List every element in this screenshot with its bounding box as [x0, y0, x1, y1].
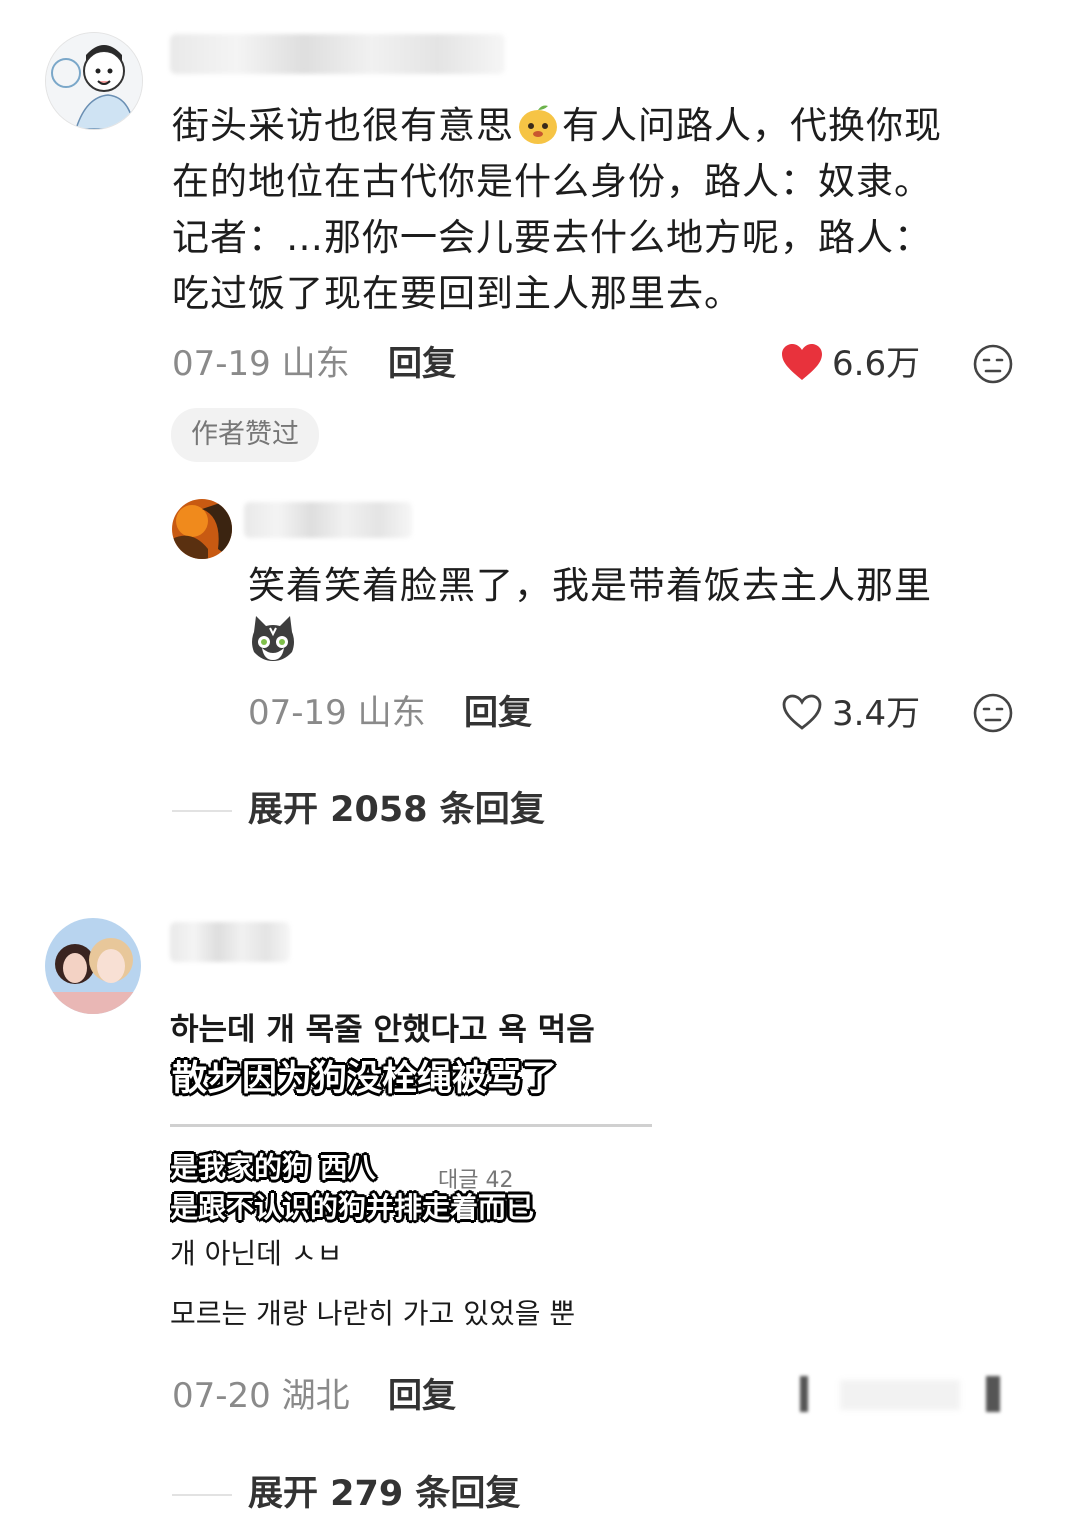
watermark-blur — [800, 1372, 1010, 1416]
image-korean-mid: 개 아닌데 ㅅㅂ — [170, 1237, 343, 1270]
expand-divider — [172, 810, 232, 812]
expand-replies-button[interactable]: 展开 2058 条回复 — [248, 790, 545, 830]
avatar[interactable] — [45, 32, 143, 130]
image-korean-bottom: 모르는 개랑 나란히 가고 있었을 뿐 — [170, 1297, 576, 1330]
heart-filled-icon — [780, 342, 824, 386]
username-blurred[interactable] — [170, 34, 505, 74]
reply-date-location: 07-19 山东 — [248, 693, 426, 733]
like-count: 6.6万 — [832, 344, 921, 384]
comment-date-location: 07-19 山东 — [172, 344, 350, 384]
image-subtitle-top: 散步因为狗没栓绳被骂了 — [172, 1059, 558, 1099]
comment-text: 街头采访也很有意思 有人问路人，代换你现 在的地位在古代你是什么身份，路人：奴隶… — [172, 102, 942, 315]
mango-emoji-icon — [516, 102, 560, 146]
cat-emoji-icon — [248, 614, 298, 662]
reply-avatar[interactable] — [172, 499, 232, 559]
expand-divider-2 — [172, 1494, 232, 1496]
reply-like-count: 3.4万 — [832, 694, 921, 734]
heart-outline-icon — [780, 692, 824, 736]
author-liked-badge: 作者赞过 — [171, 408, 319, 462]
reply-username-blurred[interactable] — [244, 502, 412, 538]
comment-2-date-location: 07-20 湖北 — [172, 1376, 350, 1416]
reply-button[interactable]: 回复 — [388, 344, 456, 384]
reply-like-button[interactable]: 3.4万 — [780, 690, 930, 736]
reply-text: 笑着笑着脸黑了，我是带着饭去主人那里 — [248, 558, 1028, 670]
dislike-face-icon[interactable] — [972, 343, 1014, 389]
reply-avatar-illustration — [172, 499, 232, 559]
image-korean-top: 하는데 개 목줄 안했다고 욕 먹음 — [170, 1012, 595, 1048]
avatar-2-photo — [45, 918, 141, 1014]
image-subtitle-line2: 是跟不认识的狗并排走着而已 — [170, 1191, 535, 1224]
comment-image[interactable]: 하는데 개 목줄 안했다고 욕 먹음 散步因为狗没栓绳被骂了 대글 42 是我家… — [170, 1000, 655, 1335]
reply-button-2[interactable]: 回复 — [388, 1376, 456, 1416]
image-divider — [170, 1124, 652, 1127]
reply-dislike-face-icon[interactable] — [972, 692, 1014, 738]
expand-replies-button-2[interactable]: 展开 279 条回复 — [248, 1474, 520, 1514]
username-2-blurred[interactable] — [170, 922, 290, 962]
reply-reply-button[interactable]: 回复 — [464, 693, 532, 733]
like-button[interactable]: 6.6万 — [780, 340, 930, 386]
avatar-2[interactable] — [45, 918, 141, 1014]
image-subtitle-line1: 是我家的狗 西八 — [170, 1151, 376, 1184]
avatar-illustration — [46, 33, 142, 129]
